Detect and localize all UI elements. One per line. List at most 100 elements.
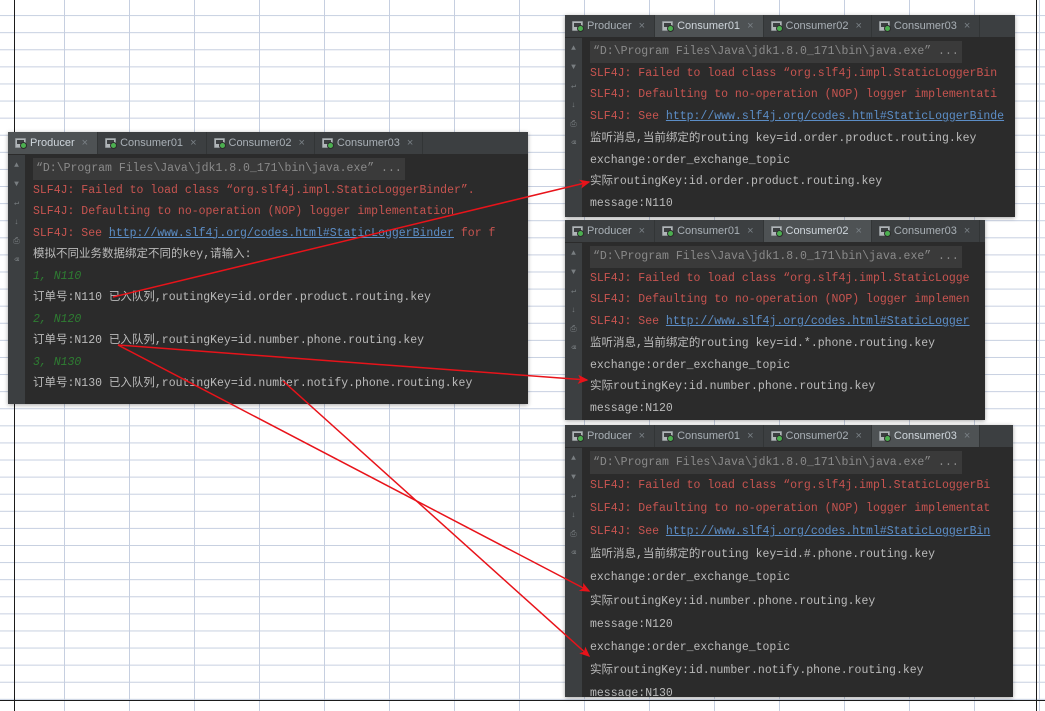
tab-producer[interactable]: Producer × [565, 15, 656, 37]
log-line-command-row: “D:\Program Files\Java\jdk1.8.0_171\bin\… [590, 41, 1015, 63]
log-line-command: “D:\Program Files\Java\jdk1.8.0_171\bin\… [33, 158, 405, 180]
slf4j-doc-link[interactable]: http://www.slf4j.org/codes.html#StaticLo… [666, 525, 990, 538]
close-icon[interactable]: × [964, 430, 970, 442]
scroll-to-end-icon[interactable]: ↓ [569, 511, 578, 520]
console-window-consumer03[interactable]: Producer × Consumer01 × Consumer02 × Consumer0… [565, 425, 1013, 697]
print-icon[interactable]: ⎙ [569, 530, 578, 539]
close-icon[interactable]: × [747, 20, 753, 32]
rerun-up-icon[interactable]: ▲ [569, 44, 578, 53]
close-icon[interactable]: × [855, 225, 861, 237]
tab-consumer03[interactable]: Consumer03 × [871, 425, 981, 447]
close-icon[interactable]: × [747, 225, 753, 237]
run-console-icon [878, 226, 891, 237]
tab-label: Consumer02 [228, 137, 292, 149]
log-line: message:N110 [590, 196, 673, 210]
log-line-prefix: SLF4J: See [590, 315, 666, 329]
console-toolbar-gutter[interactable]: ▲ ▼ ↵ ↓ ⎙ ⌫ [565, 448, 582, 697]
rerun-down-icon[interactable]: ▼ [569, 268, 578, 277]
close-icon[interactable]: × [747, 430, 753, 442]
tab-consumer03[interactable]: Consumer03 × [314, 132, 424, 154]
tab-producer[interactable]: Producer × [8, 132, 99, 154]
close-icon[interactable]: × [407, 137, 413, 149]
slf4j-doc-link[interactable]: http://www.slf4j.org/codes.html#StaticLo… [666, 315, 970, 328]
tab-consumer03[interactable]: Consumer03 × [871, 220, 981, 242]
tab-consumer02[interactable]: Consumer02 × [763, 425, 872, 447]
tab-producer[interactable]: Producer × [565, 425, 656, 447]
close-icon[interactable]: × [639, 20, 645, 32]
tab-consumer01[interactable]: Consumer01 × [655, 220, 764, 242]
clear-all-icon[interactable]: ⌫ [569, 139, 578, 148]
log-line: exchange:order_exchange_topic [590, 640, 791, 654]
tab-producer[interactable]: Producer × [565, 220, 656, 242]
console-toolbar-gutter[interactable]: ▲ ▼ ↵ ↓ ⎙ ⌫ [8, 155, 25, 404]
print-icon[interactable]: ⎙ [569, 120, 578, 129]
log-line: message:N130 [590, 686, 673, 697]
run-console-icon [572, 226, 584, 237]
log-line: 实际routingKey:id.number.phone.routing.key [590, 594, 876, 608]
scroll-to-end-icon[interactable]: ↓ [569, 101, 578, 110]
run-console-icon [878, 431, 891, 442]
close-icon[interactable]: × [639, 430, 645, 442]
slf4j-doc-link[interactable]: http://www.slf4j.org/codes.html#StaticLo… [109, 227, 454, 240]
tab-label: Consumer01 [677, 225, 741, 237]
tab-consumer01[interactable]: Consumer01 × [655, 15, 764, 37]
log-line: exchange:order_exchange_topic [590, 571, 791, 585]
close-icon[interactable]: × [855, 20, 861, 32]
log-line-command: “D:\Program Files\Java\jdk1.8.0_171\bin\… [590, 451, 962, 475]
rerun-down-icon[interactable]: ▼ [569, 63, 578, 72]
tab-consumer02[interactable]: Consumer02 × [763, 220, 872, 242]
close-icon[interactable]: × [82, 137, 88, 149]
rerun-down-icon[interactable]: ▼ [569, 473, 578, 482]
soft-wrap-icon[interactable]: ↵ [569, 287, 578, 296]
log-line: 订单号:N110 已入队列,routingKey=id.order.produc… [33, 291, 431, 304]
clear-all-icon[interactable]: ⌫ [569, 344, 578, 353]
scroll-to-end-icon[interactable]: ↓ [12, 218, 21, 227]
console-window-consumer02[interactable]: Producer × Consumer01 × Consumer02 × Consumer0… [565, 220, 985, 420]
log-line-link: SLF4J: See http://www.slf4j.org/codes.ht… [590, 311, 985, 333]
log-line-command-row: “D:\Program Files\Java\jdk1.8.0_171\bin\… [33, 158, 528, 180]
tab-consumer02[interactable]: Consumer02 × [763, 15, 872, 37]
tab-consumer01[interactable]: Consumer01 × [98, 132, 207, 154]
print-icon[interactable]: ⎙ [569, 325, 578, 334]
log-line-command-row: “D:\Program Files\Java\jdk1.8.0_171\bin\… [590, 451, 1013, 475]
rerun-up-icon[interactable]: ▲ [569, 454, 578, 463]
scroll-to-end-icon[interactable]: ↓ [569, 306, 578, 315]
log-line: 监听消息,当前绑定的routing key=id.#.phone.routing… [590, 548, 936, 562]
soft-wrap-icon[interactable]: ↵ [569, 82, 578, 91]
log-line-error: SLF4J: Defaulting to no-operation (NOP) … [33, 205, 454, 218]
tab-consumer03[interactable]: Consumer03 × [871, 15, 981, 37]
console-toolbar-gutter[interactable]: ▲ ▼ ↵ ↓ ⎙ ⌫ [565, 38, 582, 217]
run-console-icon [321, 138, 334, 149]
tab-consumer02[interactable]: Consumer02 × [206, 132, 315, 154]
close-icon[interactable]: × [190, 137, 196, 149]
close-icon[interactable]: × [639, 225, 645, 237]
rerun-up-icon[interactable]: ▲ [569, 249, 578, 258]
console-window-consumer01[interactable]: Producer × Consumer01 × Consumer02 × Consumer0… [565, 15, 1015, 217]
log-line-prefix: SLF4J: See [33, 226, 109, 240]
console-toolbar-gutter[interactable]: ▲ ▼ ↵ ↓ ⎙ ⌫ [565, 243, 582, 420]
soft-wrap-icon[interactable]: ↵ [12, 199, 21, 208]
rerun-down-icon[interactable]: ▼ [12, 180, 21, 189]
run-console-icon [770, 431, 783, 442]
close-icon[interactable]: × [855, 430, 861, 442]
close-icon[interactable]: × [964, 20, 970, 32]
console-window-producer[interactable]: Producer × Consumer01 × Consumer02 × Consumer0… [8, 132, 528, 404]
log-line: exchange:order_exchange_topic [590, 358, 791, 372]
close-icon[interactable]: × [298, 137, 304, 149]
clear-all-icon[interactable]: ⌫ [569, 549, 578, 558]
soft-wrap-icon[interactable]: ↵ [569, 492, 578, 501]
log-line-link: SLF4J: See http://www.slf4j.org/codes.ht… [33, 223, 528, 245]
print-icon[interactable]: ⎙ [12, 237, 21, 246]
rerun-up-icon[interactable]: ▲ [12, 161, 21, 170]
close-icon[interactable]: × [964, 225, 970, 237]
log-line-input: 3, N130 [33, 355, 82, 369]
tab-consumer01[interactable]: Consumer01 × [655, 425, 764, 447]
log-line: exchange:order_exchange_topic [590, 153, 791, 167]
clear-all-icon[interactable]: ⌫ [12, 256, 21, 265]
log-line-suffix: for f [453, 226, 496, 240]
tab-label: Consumer03 [893, 430, 957, 442]
log-line-prefix: SLF4J: See [590, 525, 666, 539]
slf4j-doc-link[interactable]: http://www.slf4j.org/codes.html#StaticLo… [666, 110, 1004, 123]
tab-label: Consumer01 [120, 137, 184, 149]
log-line: 监听消息,当前绑定的routing key=id.*.phone.routing… [590, 336, 936, 350]
